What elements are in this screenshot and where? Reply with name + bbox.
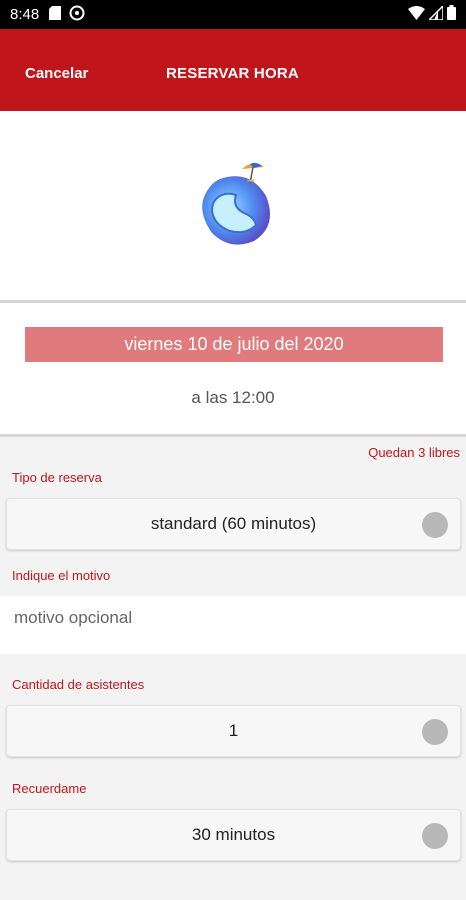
recuerdame-label: Recuerdame [12,781,87,796]
asistentes-select[interactable]: 1 [6,705,461,757]
status-time: 8:48 [10,6,40,23]
tipo-value: standard (60 minutos) [150,514,317,533]
wifi-icon [408,5,425,24]
time-text: a las 12:00 [191,388,275,407]
asistentes-value: 1 [228,721,239,740]
page-title: RESERVAR HORA [166,65,299,82]
logo-section [0,111,466,300]
battery-icon [447,5,456,24]
sd-card-icon [49,5,62,24]
motivo-label: Indique el motivo [12,568,111,583]
pool-logo-icon [190,161,280,251]
dropdown-indicator-icon [422,823,448,849]
remaining-slots: Quedan 3 libres [368,445,460,460]
dropdown-indicator-icon [422,719,448,745]
divider [0,434,466,437]
motivo-input[interactable] [0,596,466,654]
cancel-button[interactable]: Cancelar [25,65,88,82]
sync-icon [69,5,85,25]
recuerdame-value: 30 minutos [191,825,276,844]
dropdown-indicator-icon [422,512,448,538]
tipo-label: Tipo de reserva [12,470,102,485]
status-bar: 8:48 [0,0,466,29]
signal-icon [427,3,444,24]
recuerdame-select[interactable]: 30 minutos [6,809,461,861]
tipo-select[interactable]: standard (60 minutos) [6,498,461,550]
asistentes-label: Cantidad de asistentes [12,677,145,692]
date-banner: viernes 10 de julio del 2020 [25,327,443,362]
date-section: viernes 10 de julio del 2020 a las 12:00 [0,303,466,434]
app-bar: Cancelar RESERVAR HORA [0,29,466,111]
